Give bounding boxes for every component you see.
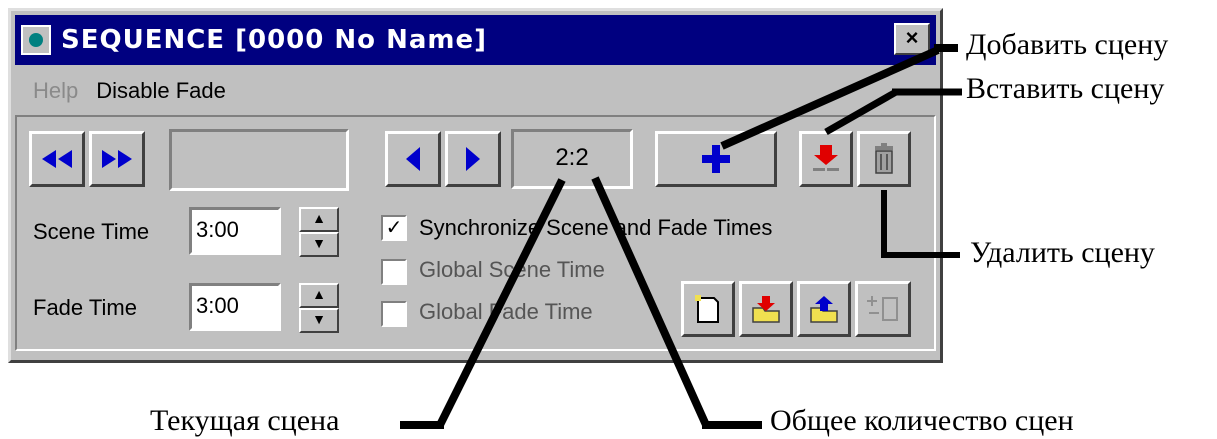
insert-scene-icon <box>813 145 839 171</box>
global-scene-time-label: Global Scene Time <box>419 257 605 282</box>
global-fade-time-label: Global Fade Time <box>419 299 593 324</box>
prev-scene-button[interactable] <box>385 131 441 187</box>
open-file-icon <box>752 296 780 323</box>
close-button[interactable]: × <box>894 23 930 55</box>
fade-time-up[interactable]: ▲ <box>299 283 339 308</box>
controls-panel: 2:2 Scene Time 3:00 ▲ ▼ Fade Time 3:00 ▲… <box>15 115 936 351</box>
delete-scene-button[interactable] <box>857 131 911 187</box>
scene-name-display <box>169 129 349 191</box>
trash-icon <box>875 143 893 174</box>
new-file-button[interactable] <box>681 281 735 337</box>
menu-help[interactable]: Help <box>33 78 78 104</box>
save-file-button[interactable] <box>797 281 851 337</box>
prev-scene-icon <box>406 147 420 171</box>
add-scene-button[interactable] <box>655 131 777 187</box>
scene-time-label: Scene Time <box>33 219 150 244</box>
fade-time-input[interactable]: 3:00 <box>189 283 281 331</box>
scene-time-down[interactable]: ▼ <box>299 232 339 257</box>
save-file-icon <box>810 296 838 323</box>
sync-times-checkbox[interactable]: ✓ <box>381 215 407 241</box>
new-file-icon <box>695 295 719 323</box>
fade-time-label: Fade Time <box>33 295 137 320</box>
scene-time-input[interactable]: 3:00 <box>189 207 281 255</box>
scene-counter: 2:2 <box>511 129 633 189</box>
add-scene-icon <box>702 145 730 173</box>
callout-delete-scene: Удалить сцену <box>970 236 1155 269</box>
next-scene-button[interactable] <box>445 131 501 187</box>
fast-forward-icon <box>102 150 132 168</box>
scene-time-up[interactable]: ▲ <box>299 207 339 232</box>
sync-times-label: Synchronize Scene and Fade Times <box>419 215 773 240</box>
callout-insert-scene: Вставить сцену <box>966 72 1165 105</box>
global-scene-time-checkbox[interactable] <box>381 259 407 285</box>
callout-total-scenes: Общее количество сцен <box>770 404 1074 437</box>
fade-time-down[interactable]: ▼ <box>299 308 339 333</box>
menu-disable-fade[interactable]: Disable Fade <box>96 78 226 104</box>
fade-time-spinner[interactable]: ▲ ▼ <box>299 283 339 333</box>
callout-add-scene: Добавить сцену <box>966 28 1169 61</box>
sequence-window: SEQUENCE [0000 No Name] × Help Disable F… <box>8 8 943 363</box>
window-title: SEQUENCE [0000 No Name] <box>61 25 487 55</box>
fast-forward-button[interactable] <box>89 131 145 187</box>
scene-time-spinner[interactable]: ▲ ▼ <box>299 207 339 257</box>
menu-bar: Help Disable Fade <box>15 69 936 113</box>
callout-current-scene: Текущая сцена <box>150 404 340 437</box>
rewind-button[interactable] <box>29 131 85 187</box>
insert-scene-button[interactable] <box>799 131 853 187</box>
fade-list-icon <box>867 296 898 321</box>
fade-list-button[interactable] <box>855 281 911 337</box>
next-scene-icon <box>466 147 480 171</box>
global-fade-time-checkbox[interactable] <box>381 301 407 327</box>
rewind-icon <box>42 150 72 168</box>
app-icon <box>21 25 51 55</box>
title-bar: SEQUENCE [0000 No Name] × <box>15 15 936 65</box>
open-file-button[interactable] <box>739 281 793 337</box>
